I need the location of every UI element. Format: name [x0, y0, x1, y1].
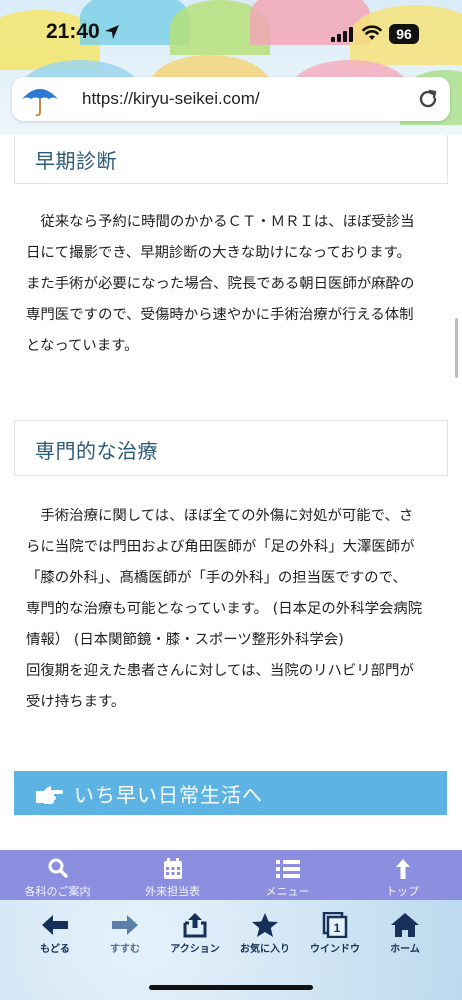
- cellular-signal-icon: [331, 27, 353, 42]
- nav-item-departments[interactable]: 各科のご案内: [0, 850, 115, 900]
- toolbar-label: すすむ: [110, 944, 140, 955]
- nav-label: 外来担当表: [145, 885, 200, 898]
- battery-indicator: 96: [389, 24, 419, 44]
- home-button[interactable]: ホーム: [370, 912, 440, 962]
- nav-item-menu[interactable]: メニュー: [230, 850, 345, 900]
- location-arrow-icon: [105, 25, 119, 39]
- pointing-hand-icon: [36, 786, 63, 804]
- list-icon: [276, 860, 300, 878]
- action-button[interactable]: アクション: [160, 912, 230, 962]
- windows-icon: 1: [322, 912, 348, 938]
- toolbar-label: お気に入り: [240, 944, 290, 955]
- section-paragraph: 従来なら予約に時間のかかるＣＴ・ＭＲＩは、ほぼ受診当 日にて撮影でき、早期診断の…: [26, 214, 415, 354]
- forward-button[interactable]: すすむ: [90, 912, 160, 962]
- section-title: 専門的な治療: [35, 439, 158, 463]
- nav-label: メニュー: [265, 885, 310, 898]
- scroll-indicator: [455, 318, 458, 378]
- star-icon: [252, 913, 278, 937]
- wifi-icon: [362, 25, 382, 40]
- nav-item-top[interactable]: トップ: [345, 850, 460, 900]
- windows-button[interactable]: 1 ウインドウ: [300, 912, 370, 962]
- toolbar-label: ウインドウ: [310, 944, 360, 955]
- nav-label: トップ: [386, 885, 419, 898]
- address-bar[interactable]: https://kiryu-seikei.com/: [12, 77, 450, 121]
- section-title: 早期診断: [35, 149, 117, 173]
- home-icon: [391, 913, 419, 937]
- nav-item-schedule[interactable]: 外来担当表: [115, 850, 230, 900]
- url-text[interactable]: https://kiryu-seikei.com/: [82, 89, 260, 109]
- status-bar: 21:40 96: [0, 0, 462, 62]
- favorites-button[interactable]: お気に入り: [230, 912, 300, 962]
- umbrella-icon: [22, 89, 58, 117]
- back-arrow-icon: [42, 915, 68, 935]
- back-button[interactable]: もどる: [20, 912, 90, 962]
- section-heading-box: 専門的な治療: [14, 420, 448, 476]
- toolbar-label: アクション: [170, 944, 220, 955]
- forward-arrow-icon: [112, 915, 138, 935]
- section-banner: いち早い日常生活へ: [14, 771, 447, 815]
- page-content: 早期診断 従来なら予約に時間のかかるＣＴ・ＭＲＩは、ほぼ受診当 日にて撮影でき、…: [0, 135, 462, 850]
- search-icon: [48, 858, 68, 878]
- toolbar-label: もどる: [40, 944, 70, 955]
- share-icon: [183, 913, 207, 938]
- nav-label: 各科のご案内: [24, 885, 91, 898]
- section-paragraph: 手術治療に関しては、ほぼ全ての外傷に対処が可能で、さ らに当院では門田および角田…: [26, 508, 423, 710]
- calendar-icon: [164, 858, 182, 879]
- reload-icon[interactable]: [416, 87, 440, 111]
- home-indicator: [149, 985, 313, 990]
- banner-title: いち早い日常生活へ: [74, 783, 263, 807]
- arrow-up-icon: [396, 859, 410, 879]
- site-bottom-nav: 各科のご案内 外来担当表 メニュー トップ: [0, 850, 462, 900]
- section-heading-box: 早期診断: [14, 135, 448, 184]
- clock: 21:40: [46, 20, 100, 43]
- toolbar-label: ホーム: [390, 944, 420, 955]
- window-count: 1: [334, 921, 341, 935]
